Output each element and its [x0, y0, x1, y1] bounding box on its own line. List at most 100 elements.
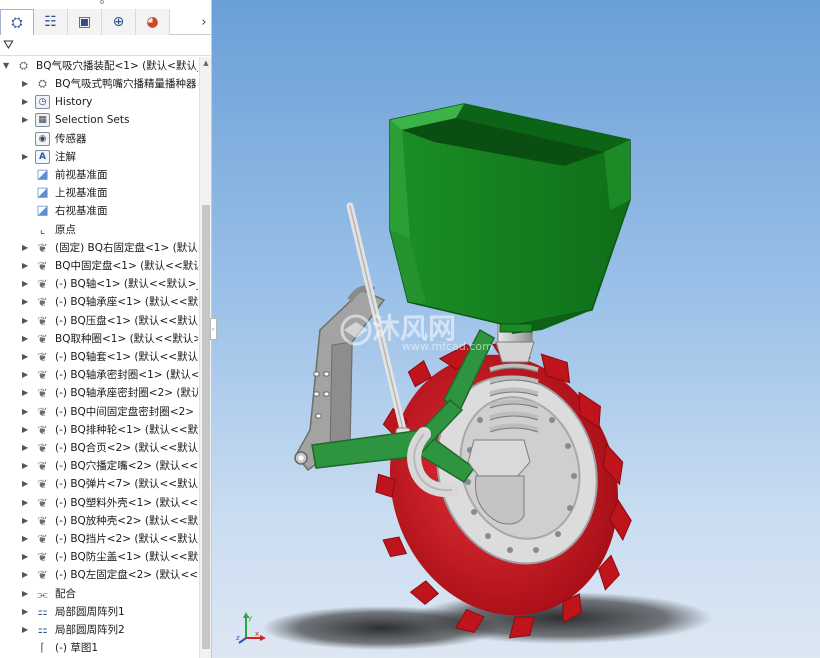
tree-item[interactable]: ▶ ⚏ 局部圆周阵列2 [0, 621, 198, 639]
scroll-thumb[interactable] [202, 205, 210, 649]
tree-item[interactable]: ▶ ❦ BQ取种圈<1> (默认<<默认>_显 [0, 330, 198, 348]
expand-arrow-icon[interactable]: ▶ [22, 257, 30, 275]
assembly-icon: ⛭ [19, 59, 28, 72]
tree-item[interactable]: ▶ ⛭ BQ气吸式鸭嘴穴播精量播种器 F [0, 75, 198, 93]
part-icon: ❦ [37, 386, 48, 401]
tree-root-assembly[interactable]: ▼ ⛭ BQ气吸穴播装配<1> (默认<默认_显 [0, 57, 198, 75]
plane-icon: ◪ [36, 203, 49, 219]
expand-arrow-icon[interactable]: ▶ [22, 93, 30, 111]
expand-arrow-icon[interactable]: ▶ [22, 293, 30, 311]
tab-configurationmanager[interactable]: ▣ [68, 9, 102, 35]
expand-arrow-icon[interactable]: ▶ [22, 111, 30, 129]
tree-item-label: 原点 [55, 223, 76, 236]
tree-item[interactable]: ◪ 右视基准面 [0, 202, 198, 220]
tree-item[interactable]: ▶ ❦ (-) BQ穴播定嘴<2> (默认<<默 [0, 457, 198, 475]
tree-item[interactable]: ▶ ❦ (-) BQ挡片<2> (默认<<默认>_ [0, 530, 198, 548]
tree-item[interactable]: ▶ ❦ (-) BQ弹片<7> (默认<<默认>_ [0, 475, 198, 493]
tree-item[interactable]: ◪ 前视基准面 [0, 166, 198, 184]
expand-arrow-icon[interactable]: ▶ [22, 366, 30, 384]
part-icon: ❦ [37, 350, 48, 364]
tab-displaymanager[interactable]: ◕ [136, 9, 170, 35]
expand-arrow-icon[interactable]: ▶ [22, 475, 30, 493]
part-icon: ❦ [37, 441, 48, 455]
tree-item[interactable]: ⌈ (-) 草图1 [0, 639, 198, 657]
scroll-up-arrow-icon[interactable]: ▲ [200, 57, 211, 69]
more-tabs-button[interactable]: › [196, 9, 211, 35]
expand-arrow-icon[interactable]: ▶ [22, 621, 30, 639]
tree-item-label: (-) BQ轴承座密封圈<2> (默认< [55, 387, 198, 400]
tree-item[interactable]: ▶ ▦ Selection Sets [0, 111, 198, 129]
expand-arrow-icon[interactable]: ▶ [22, 239, 30, 257]
tree-item[interactable]: ▶ ⚏ 局部圆周阵列1 [0, 603, 198, 621]
configurationmanager-icon: ▣ [77, 14, 92, 30]
panel-grip[interactable] [98, 0, 106, 6]
tree-item[interactable]: ▶ ◷ History [0, 93, 198, 111]
tab-featuremanager[interactable]: ⛭ [0, 9, 34, 35]
collapse-arrow-icon[interactable]: ▼ [3, 57, 11, 75]
propertymanager-icon: ☷ [44, 14, 57, 30]
tree-item[interactable]: ▶ ❦ (-) BQ轴承座密封圈<2> (默认< [0, 384, 198, 402]
part-icon: ❦ [37, 568, 48, 583]
tree-item[interactable]: ▶ ❦ (-) BQ轴承座<1> (默认<<默认> [0, 293, 198, 311]
expand-arrow-icon[interactable]: ▶ [22, 494, 30, 512]
tree-item[interactable]: ▶ ⫘ 配合 [0, 585, 198, 603]
tree-item[interactable]: ▶ ❦ (-) BQ左固定盘<2> (默认<<默 [0, 566, 198, 584]
tree-item[interactable]: ▶ ❦ (-) BQ轴<1> (默认<<默认>_显 [0, 275, 198, 293]
tree-item-label: 注解 [55, 150, 76, 163]
tree-item[interactable]: ▶ ❦ (-) BQ中间固定盘密封圈<2> (默 [0, 403, 198, 421]
expand-arrow-icon[interactable]: ▶ [22, 566, 30, 584]
expand-arrow-icon[interactable]: ▶ [22, 384, 30, 402]
expand-arrow-icon[interactable]: ▶ [22, 75, 30, 93]
expand-arrow-icon[interactable]: ▶ [22, 512, 30, 530]
tree-item[interactable]: ◪ 上视基准面 [0, 184, 198, 202]
triad-z-label: z [236, 634, 240, 642]
tree-item[interactable]: ▶ ❦ (-) BQ排种轮<1> (默认<<默认 [0, 421, 198, 439]
featuremanager-icon: ⛭ [11, 14, 23, 31]
tree-item-label: 局部圆周阵列2 [55, 624, 125, 636]
plane-icon: ◪ [36, 185, 49, 201]
expand-arrow-icon[interactable]: ▶ [22, 421, 30, 439]
tree-item[interactable]: ▶ ❦ (固定) BQ右固定盘<1> (默认<- [0, 239, 198, 257]
feature-manager-panel: ⛭ ☷ ▣ ⊕ ◕ › ⛛ ▼ ⛭ BQ气吸穴播装配<1> (默认<默认_显 ▶… [0, 0, 212, 658]
tree-item[interactable]: ▶ ❦ (-) BQ轴承密封圈<1> (默认<< [0, 366, 198, 384]
graphics-viewport[interactable]: 沐风网 www.mfcad.com y x z [212, 0, 820, 658]
part-icon: ❦ [37, 422, 48, 437]
expand-arrow-icon[interactable]: ▶ [22, 330, 30, 348]
tree-item[interactable]: ⌞ 原点 [0, 221, 198, 239]
expand-arrow-icon[interactable]: ▶ [22, 348, 30, 366]
tab-propertymanager[interactable]: ☷ [34, 9, 68, 35]
expand-arrow-icon[interactable]: ▶ [22, 439, 30, 457]
tree-item[interactable]: ▶ ❦ BQ中固定盘<1> (默认<<默认> [0, 257, 198, 275]
tree-item-label: BQ气吸式鸭嘴穴播精量播种器 F [55, 78, 198, 90]
tree-item[interactable]: ▶ ❦ (-) BQ防尘盖<1> (默认<<默认 [0, 548, 198, 566]
tree-item-label: (-) BQ轴<1> (默认<<默认>_显 [55, 278, 198, 291]
tree-item[interactable]: ◉ 传感器 [0, 130, 198, 148]
tree-item-label: BQ取种圈<1> (默认<<默认>_显 [55, 332, 198, 345]
tree-item[interactable]: ▶ ❦ (-) BQ塑料外壳<1> (默认<<默 [0, 494, 198, 512]
expand-arrow-icon[interactable]: ▶ [22, 603, 30, 621]
tree-item[interactable]: ▶ ❦ (-) BQ轴套<1> (默认<<默认>_ [0, 348, 198, 366]
expand-arrow-icon[interactable]: ▶ [22, 548, 30, 566]
filter-icon[interactable]: ⛛ [3, 38, 14, 53]
expand-arrow-icon[interactable]: ▶ [22, 312, 30, 330]
expand-arrow-icon[interactable]: ▶ [22, 403, 30, 421]
tab-dimxpertmanager[interactable]: ⊕ [102, 9, 136, 35]
tree-item-label: (-) BQ放种壳<2> (默认<<默认 [55, 514, 198, 527]
tree-item[interactable]: ▶ A 注解 [0, 148, 198, 166]
expand-arrow-icon[interactable]: ▶ [22, 585, 30, 603]
tree-item-label: 局部圆周阵列1 [55, 605, 125, 618]
tree-item-label: 右视基准面 [55, 205, 108, 218]
expand-arrow-icon[interactable]: ▶ [22, 457, 30, 475]
expand-arrow-icon[interactable]: ▶ [22, 530, 30, 548]
triad-x-label: x [255, 630, 259, 638]
expand-arrow-icon[interactable]: ▶ [22, 148, 30, 166]
expand-arrow-icon[interactable]: ▶ [22, 275, 30, 293]
origin-icon: ⌞ [39, 222, 46, 236]
tree-item[interactable]: ▶ ❦ (-) BQ放种壳<2> (默认<<默认 [0, 512, 198, 530]
panel-collapse-handle[interactable]: › [210, 318, 217, 340]
tree-item[interactable]: ▶ ❦ (-) BQ压盘<1> (默认<<默认>_ [0, 312, 198, 330]
circular-pattern-icon: ⚏ [37, 604, 48, 618]
tree-item[interactable]: ▶ ❦ (-) BQ合页<2> (默认<<默认>_ [0, 439, 198, 457]
manager-tabbar: ⛭ ☷ ▣ ⊕ ◕ › [0, 9, 211, 35]
tree-scrollbar[interactable]: ▲ [199, 57, 211, 658]
